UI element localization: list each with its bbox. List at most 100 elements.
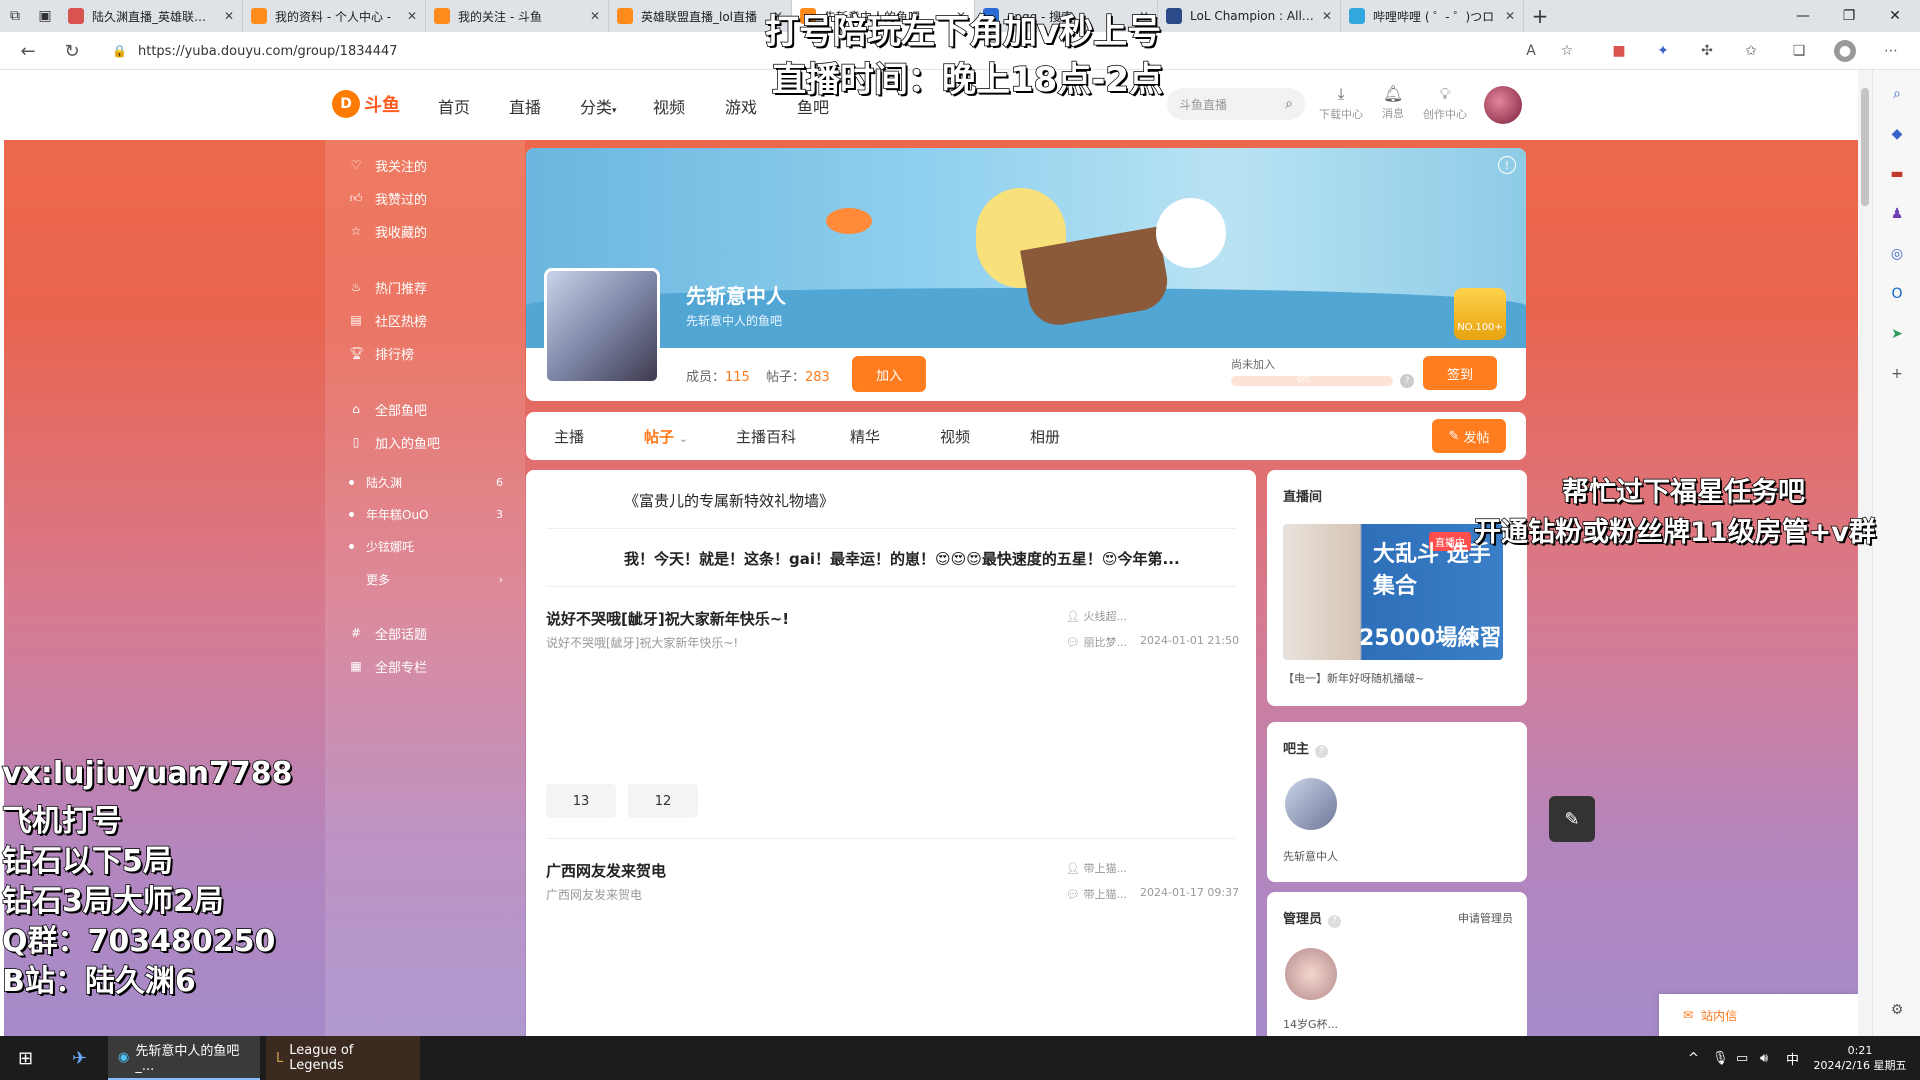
apply-admin-link[interactable]: 申请管理员	[1458, 910, 1513, 926]
tab-actions-icon[interactable]: ▣	[30, 0, 60, 32]
tray-chevron-icon[interactable]: ^	[1688, 1036, 1699, 1080]
close-icon[interactable]: ✕	[1505, 9, 1515, 23]
browser-tab[interactable]: LoL Champion : All Lol ✕	[1158, 0, 1341, 32]
minimize-button[interactable]: —	[1780, 0, 1826, 32]
collections-icon[interactable]: ❏	[1788, 40, 1810, 62]
close-icon[interactable]: ✕	[407, 9, 417, 23]
nav-home[interactable]: 首页	[438, 94, 470, 118]
sidebar-item-followed[interactable]: ♡ 我关注的	[325, 152, 525, 178]
outlook-icon[interactable]: O	[1885, 282, 1909, 306]
toolbox-icon[interactable]: ▬	[1885, 162, 1909, 186]
pinned-post-title[interactable]: 我！今天！就是！这条！gai！最幸运！的崽！😍😍😍最快速度的五星！😍今年第...	[624, 548, 1180, 569]
post-image-chip[interactable]: 13	[546, 784, 616, 818]
close-icon[interactable]: ✕	[1322, 9, 1332, 23]
help-icon[interactable]: ?	[1328, 915, 1342, 928]
sidebar-item-all-topics[interactable]: # 全部话题	[325, 620, 525, 646]
lock-icon[interactable]: 🔒	[112, 44, 127, 58]
extension-icon[interactable]: ✦	[1652, 40, 1674, 62]
new-post-button[interactable]: ✎ 发帖	[1432, 419, 1506, 453]
back-button[interactable]: ←	[10, 32, 46, 70]
joined-group-item[interactable]: 少铉娜吒	[325, 533, 525, 559]
favorites-icon[interactable]: ✩	[1740, 40, 1762, 62]
creator-center[interactable]: 💡︎ 创作中心	[1415, 84, 1475, 122]
sidebar-item-all-groups[interactable]: ⌂ 全部鱼吧	[325, 396, 525, 422]
rank-badge[interactable]: NO.100+	[1454, 288, 1506, 340]
owner-name[interactable]: 先斩意中人	[1283, 848, 1338, 864]
sidebar-item-ranking[interactable]: 🏆︎ 排行榜	[325, 340, 525, 366]
download-center[interactable]: ⤓ 下载中心	[1311, 84, 1371, 122]
post-image-chip[interactable]: 12	[628, 784, 698, 818]
volume-icon[interactable]: 🔊︎	[1760, 1036, 1768, 1080]
close-icon[interactable]: ✕	[224, 9, 234, 23]
tab-wiki[interactable]: 主播百科	[736, 426, 796, 447]
douyu-logo[interactable]: D 斗鱼	[332, 86, 414, 122]
profile-icon[interactable]: ●	[1834, 40, 1856, 62]
network-icon[interactable]: ▭	[1736, 1036, 1748, 1080]
join-button[interactable]: 加入	[852, 356, 926, 392]
scrollbar-thumb[interactable]	[1861, 88, 1869, 206]
settings-gear-icon[interactable]: ⚙	[1885, 998, 1909, 1022]
pinned-post-title[interactable]: 《富贵儿的专属新特效礼物墙》	[624, 490, 834, 511]
nav-video[interactable]: 视频	[653, 94, 685, 118]
live-thumbnail[interactable]: 直播中 大乱斗 选手集合 25000場練習	[1283, 524, 1503, 660]
tab-streamer[interactable]: 主播	[554, 426, 584, 447]
taskbar-app-edge[interactable]: ◉ 先斩意中人的鱼吧_...	[108, 1036, 260, 1080]
extension-icon[interactable]: ■	[1608, 40, 1630, 62]
send-icon[interactable]: ➤	[1885, 322, 1909, 346]
post-title[interactable]: 说好不哭哦[龇牙]祝大家新年快乐~!	[546, 608, 789, 629]
refresh-button[interactable]: ↻	[54, 32, 90, 70]
floating-edit-button[interactable]: ✎	[1549, 796, 1595, 842]
sidebar-item-joined-groups[interactable]: ▯ 加入的鱼吧	[325, 429, 525, 455]
owner-avatar[interactable]	[1285, 778, 1337, 830]
microphone-icon[interactable]: 🎙︎	[1712, 1036, 1729, 1080]
taskbar-app-lol[interactable]: L League of Legends	[266, 1036, 420, 1080]
browser-tab[interactable]: 我的关注 - 斗鱼 ✕	[426, 0, 609, 32]
close-window-button[interactable]: ✕	[1872, 0, 1918, 32]
nav-live[interactable]: 直播	[509, 94, 541, 118]
tab-posts[interactable]: 帖子 ⌄	[644, 426, 688, 447]
copilot-icon[interactable]: ◎	[1885, 242, 1909, 266]
post-last-reply[interactable]: 💬︎ 丽比梦...	[1066, 634, 1127, 650]
user-avatar[interactable]	[1484, 86, 1522, 124]
browser-tab[interactable]: 陆久渊直播_英雄联盟直播 ✕	[60, 0, 243, 32]
close-icon[interactable]: ✕	[590, 9, 600, 23]
post-title[interactable]: 广西网友发来贺电	[546, 860, 666, 881]
joined-group-item[interactable]: 陆久渊 6	[325, 469, 525, 495]
messages[interactable]: 🔔︎ 消息	[1363, 84, 1423, 121]
add-icon[interactable]: +	[1885, 362, 1909, 386]
admin-name[interactable]: 14岁G杯...	[1283, 1016, 1338, 1032]
joined-group-item[interactable]: 年年糕OuO 3	[325, 501, 525, 527]
signin-button[interactable]: 签到	[1423, 356, 1497, 390]
browser-tab[interactable]: 我的资料 - 个人中心 - ✕	[243, 0, 426, 32]
favorite-star-icon[interactable]: ☆	[1556, 40, 1578, 62]
post-author[interactable]: 👤︎ 带上猫...	[1066, 860, 1127, 876]
shopping-tag-icon[interactable]: ◆	[1885, 122, 1909, 146]
sidebar-more[interactable]: 更多 ›	[325, 566, 525, 592]
read-aloud-icon[interactable]: A	[1520, 40, 1542, 62]
restore-button[interactable]: ❐	[1826, 0, 1872, 32]
nav-category[interactable]: 分类▾	[580, 94, 617, 118]
sidebar-item-liked[interactable]: 👍︎ 我赞过的	[325, 185, 525, 211]
sidebar-item-hot[interactable]: ♨ 热门推荐	[325, 274, 525, 300]
search-input[interactable]: 斗鱼直播 ⌕	[1167, 88, 1305, 120]
extensions-puzzle-icon[interactable]: ✣	[1696, 40, 1718, 62]
page-scrollbar[interactable]	[1858, 70, 1872, 1036]
tab-featured[interactable]: 精华	[850, 426, 880, 447]
post-last-reply[interactable]: 💬︎ 带上猫...	[1066, 886, 1127, 902]
windows-start-icon[interactable]: ⊞	[8, 1036, 43, 1080]
inbox-button[interactable]: ✉ 站内信	[1659, 994, 1858, 1036]
games-icon[interactable]: ♟	[1885, 202, 1909, 226]
live-caption[interactable]: 【电一】新年好呀随机播啵~	[1283, 670, 1424, 686]
workspaces-icon[interactable]: ⧉	[0, 0, 30, 32]
more-menu-icon[interactable]: ⋯	[1880, 40, 1902, 62]
browser-tab[interactable]: 哔哩哔哩 ( ゜- ゜)つロ ✕	[1341, 0, 1524, 32]
sidebar-item-collected[interactable]: ☆ 我收藏的	[325, 218, 525, 244]
info-icon[interactable]: !	[1498, 156, 1516, 174]
search-icon[interactable]: ⌕	[1885, 82, 1909, 106]
new-tab-button[interactable]: +	[1524, 0, 1556, 32]
post-author[interactable]: 👤︎ 火线超...	[1066, 608, 1127, 624]
clock[interactable]: 0:21 2024/2/16 星期五	[1806, 1036, 1914, 1080]
search-icon[interactable]: ⌕	[1285, 96, 1293, 112]
pinned-app-icon[interactable]: ✈	[62, 1036, 97, 1080]
help-icon[interactable]: ?	[1400, 374, 1414, 388]
